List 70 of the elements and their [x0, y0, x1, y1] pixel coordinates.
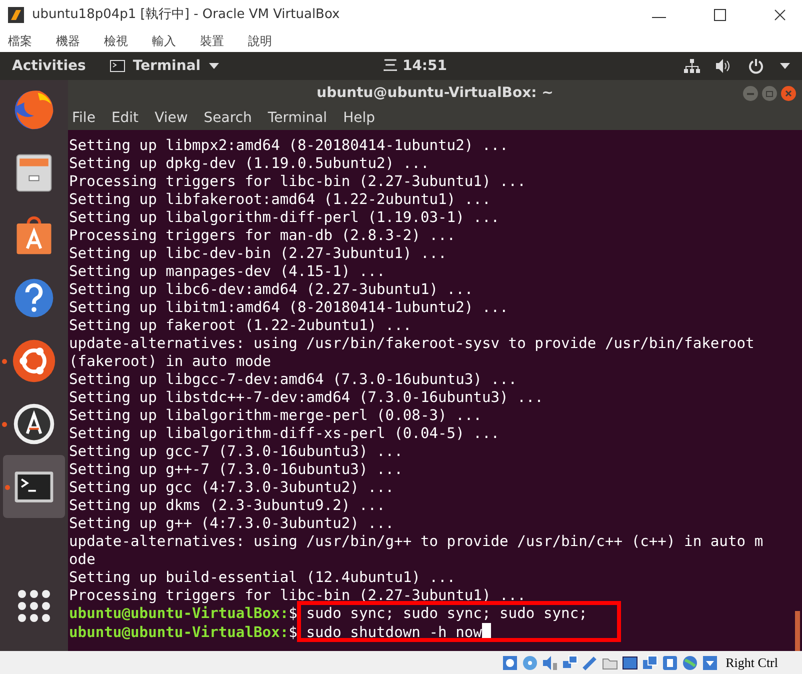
terminal-line: Setting up g++ (4:7.3.0-3ubuntu2) ... — [69, 515, 396, 533]
terminal-line: Setting up dkms (2.3-3ubuntu9.2) ... — [69, 497, 386, 515]
ubuntu-logo-icon — [11, 338, 57, 384]
prompt-text: ubuntu@ubuntu-VirtualBox: — [69, 624, 289, 641]
menu-item[interactable]: 輸入 — [152, 32, 176, 50]
optical-disc-icon[interactable] — [522, 654, 538, 670]
app-grid-icon[interactable] — [17, 589, 51, 623]
terminal-line: Setting up libstdc++-7-dev:amd64 (7.3.0-16ubuntu3) ... — [69, 389, 544, 407]
terminal-line: Processing triggers for libc-bin (2.27-3ubuntu1) ... — [69, 173, 527, 191]
terminal-line: Setting up libitm1:amd64 (8-20180414-1ubuntu2) ... — [69, 299, 510, 317]
terminal-line: update-alternatives: using /usr/bin/fakeroot-sysv to provide /usr/bin/fakeroot — [69, 335, 756, 353]
terminal-icon — [110, 60, 125, 72]
window-title: ubuntu18p04p1 [執行中] - Oracle VM VirtualBox — [32, 6, 340, 24]
prompt-text: ubuntu@ubuntu-VirtualBox: — [69, 605, 289, 622]
power-icon[interactable] — [748, 58, 764, 74]
terminal-line: Setting up libmpx2:amd64 (8-20180414-1ubuntu2) ... — [69, 137, 510, 155]
volume-icon[interactable] — [716, 59, 732, 73]
terminal-line: Setting up libalgorithm-diff-perl (1.19.03-1) ... — [69, 209, 501, 227]
terminal-line: Setting up gcc-7 (7.3.0-16ubuntu3) ... — [69, 443, 404, 461]
menu-item[interactable]: Search — [204, 108, 252, 129]
terminal-line: Setting up gcc (4:7.3.0-3ubuntu2) ... — [69, 479, 396, 497]
app-menu[interactable]: Terminal — [110, 56, 219, 76]
terminal-line: Setting up libalgorithm-diff-xs-perl (0.04-5) ... — [69, 425, 501, 443]
menu-item[interactable]: File — [72, 108, 96, 129]
command-text: $ sudo sync; sudo sync; sudo sync; — [288, 605, 588, 622]
caret-icon[interactable] — [780, 63, 790, 69]
usb-icon[interactable] — [582, 654, 598, 670]
host-key-label: Right Ctrl — [726, 654, 778, 672]
scrollbar-thumb[interactable] — [795, 611, 800, 651]
menu-item[interactable]: 說明 — [248, 32, 272, 50]
terminal-line: Setting up libalgorithm-merge-perl (0.08-3) ... — [69, 407, 483, 425]
terminal-line: update-alternatives: using /usr/bin/g++ to provide /usr/bin/c++ (c++) in auto m — [69, 533, 764, 551]
menu-item[interactable]: Terminal — [268, 108, 328, 129]
shared-screens-icon[interactable] — [642, 654, 658, 670]
menu-item[interactable]: 機器 — [56, 32, 80, 50]
caret-icon — [208, 63, 219, 69]
terminal-line: Setting up build-essential (12.4ubuntu1) ... — [69, 569, 457, 587]
globe-icon[interactable] — [682, 654, 698, 670]
terminal-line: Setting up libc6-dev:amd64 (2.27-3ubuntu1) ... — [69, 281, 474, 299]
terminal-line: Processing triggers for man-db (2.8.3-2) ... — [69, 227, 457, 245]
close-button[interactable] — [774, 9, 786, 21]
audio-icon[interactable] — [542, 654, 558, 670]
running-indicator — [2, 358, 7, 364]
terminal-line: Setting up dpkg-dev (1.19.0.5ubuntu2) ... — [69, 155, 430, 173]
clock[interactable]: 三 14:51 — [384, 56, 448, 76]
command-text: $ sudo shutdown -h now — [288, 624, 482, 641]
app-logo-icon — [8, 7, 24, 23]
network-icon[interactable] — [684, 58, 700, 74]
menu-item[interactable]: Edit — [111, 108, 139, 129]
menu-item[interactable]: 裝置 — [200, 32, 224, 50]
terminal-line: Setting up libfakeroot:amd64 (1.22-2ubuntu1) ... — [69, 191, 492, 209]
terminal-line: ode — [69, 551, 96, 569]
terminal-line: Setting up libgcc-7-dev:amd64 (7.3.0-16ubuntu3) ... — [69, 371, 518, 389]
running-indicator — [5, 484, 10, 490]
terminal-line: Setting up libc-dev-bin (2.27-3ubuntu1) ... — [69, 245, 448, 263]
terminal-line: Setting up fakeroot (1.22-2ubuntu1) ... — [69, 317, 413, 335]
terminal-line: Setting up g++-7 (7.3.0-16ubuntu3) ... — [69, 461, 404, 479]
display-icon[interactable] — [622, 654, 638, 670]
maximize-button[interactable] — [714, 9, 726, 21]
terminal-line: Processing triggers for libc-bin (2.27-3ubuntu1) ... — [69, 587, 527, 605]
menu-item[interactable]: Help — [343, 108, 375, 129]
dock-item[interactable] — [3, 455, 65, 518]
menu-item[interactable]: 檔案 — [8, 32, 32, 50]
running-indicator — [2, 422, 7, 426]
menu-item[interactable]: View — [154, 108, 188, 129]
terminal-line: (fakeroot) in auto mode — [69, 353, 272, 371]
terminal-title: ubuntu@ubuntu-VirtualBox: ~ — [316, 84, 554, 103]
terminal-line: Setting up manpages-dev (4.15-1) ... — [69, 263, 386, 281]
menu-item[interactable]: 檢視 — [104, 32, 128, 50]
activities-button[interactable]: Activities — [12, 56, 86, 76]
